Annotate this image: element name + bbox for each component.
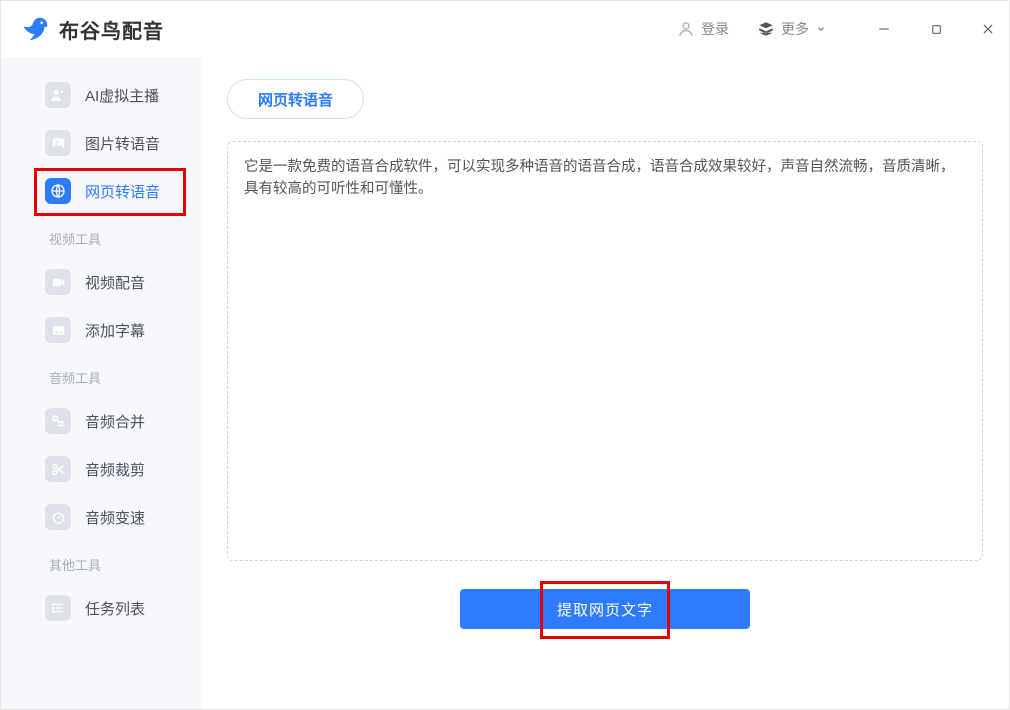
- login-button[interactable]: 登录: [677, 19, 729, 39]
- sidebar-item-task-list[interactable]: 任务列表: [1, 584, 201, 632]
- sidebar-item-label: 添加字幕: [85, 320, 145, 341]
- more-button[interactable]: 更多: [757, 19, 827, 39]
- extract-text-button[interactable]: 提取网页文字: [460, 589, 750, 629]
- app-title: 布谷鸟配音: [59, 15, 164, 44]
- user-icon: [677, 20, 695, 38]
- layers-icon: [757, 20, 775, 38]
- sidebar-item-label: 音频变速: [85, 507, 145, 528]
- sidebar-item-label: 网页转语音: [85, 181, 160, 202]
- main-panel: 网页转语音 提取网页文字: [201, 57, 1009, 709]
- speed-icon: [45, 504, 71, 530]
- merge-icon: [45, 408, 71, 434]
- sidebar-item-audio-cut[interactable]: 音频裁剪: [1, 445, 201, 493]
- caption-icon: [45, 317, 71, 343]
- sidebar-item-label: 视频配音: [85, 272, 145, 293]
- sidebar-section-audio: 音频工具: [1, 354, 201, 397]
- sidebar-item-label: AI虚拟主播: [85, 85, 159, 106]
- sidebar-item-web-to-speech[interactable]: 网页转语音: [1, 167, 201, 215]
- close-button[interactable]: [977, 18, 999, 40]
- tab-label: 网页转语音: [258, 89, 333, 110]
- scissors-icon: [45, 456, 71, 482]
- sidebar-item-audio-speed[interactable]: 音频变速: [1, 493, 201, 541]
- maximize-button[interactable]: [925, 18, 947, 40]
- text-input-container: [227, 141, 983, 561]
- chevron-down-icon: [815, 20, 827, 38]
- globe-icon: [45, 178, 71, 204]
- minimize-button[interactable]: [873, 18, 895, 40]
- sidebar-item-label: 图片转语音: [85, 133, 160, 154]
- tab-web-to-speech[interactable]: 网页转语音: [227, 79, 364, 119]
- login-label: 登录: [701, 19, 729, 39]
- list-icon: [45, 595, 71, 621]
- bird-icon: [21, 14, 51, 44]
- avatar-icon: [45, 82, 71, 108]
- titlebar: 布谷鸟配音 登录 更多: [1, 1, 1009, 57]
- sidebar-item-add-subtitle[interactable]: 添加字幕: [1, 306, 201, 354]
- app-logo: 布谷鸟配音: [21, 14, 164, 44]
- sidebar-section-other: 其他工具: [1, 541, 201, 584]
- sidebar-item-label: 音频合并: [85, 411, 145, 432]
- sidebar: AI虚拟主播 图片转语音 网页转语音 视频工具 视频配音 添加字幕: [1, 57, 201, 709]
- sidebar-item-audio-merge[interactable]: 音频合并: [1, 397, 201, 445]
- video-icon: [45, 269, 71, 295]
- sidebar-item-label: 音频裁剪: [85, 459, 145, 480]
- sidebar-item-video-dub[interactable]: 视频配音: [1, 258, 201, 306]
- more-label: 更多: [781, 19, 809, 39]
- sidebar-item-image-to-speech[interactable]: 图片转语音: [1, 119, 201, 167]
- sidebar-item-label: 任务列表: [85, 598, 145, 619]
- primary-button-label: 提取网页文字: [557, 602, 653, 619]
- image-icon: [45, 130, 71, 156]
- sidebar-section-video: 视频工具: [1, 215, 201, 258]
- sidebar-item-ai-avatar[interactable]: AI虚拟主播: [1, 71, 201, 119]
- content-textarea[interactable]: [244, 156, 966, 546]
